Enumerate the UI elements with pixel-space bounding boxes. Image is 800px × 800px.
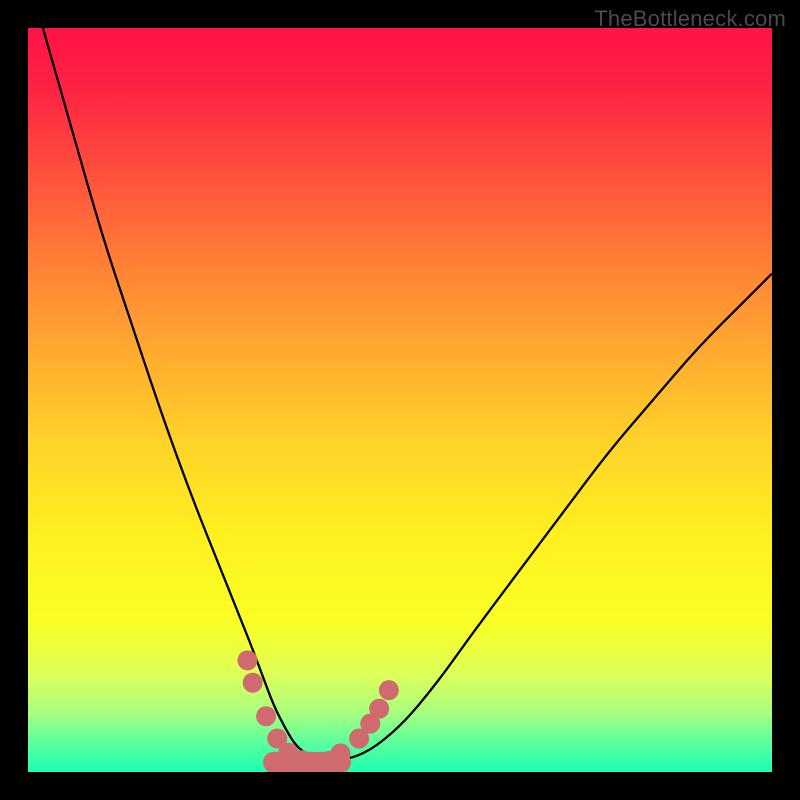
curve-marker [256,706,276,726]
chart-background [28,28,772,772]
curve-marker [379,680,399,700]
curve-marker [330,743,350,763]
curve-marker [237,650,257,670]
chart-canvas [28,28,772,772]
chart-svg [28,28,772,772]
curve-marker [243,673,263,693]
chart-frame: TheBottleneck.com [0,0,800,800]
curve-marker [369,699,389,719]
